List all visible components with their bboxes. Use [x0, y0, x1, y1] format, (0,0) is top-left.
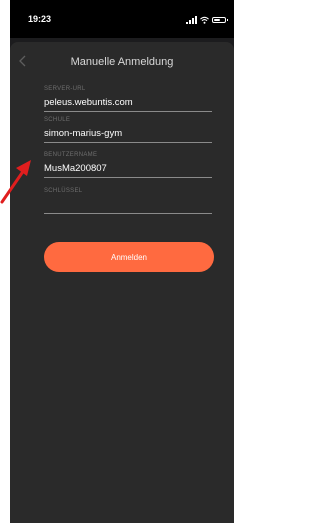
page-title: Manuelle Anmeldung [70, 56, 174, 68]
phone-screen: 19:23 Manuelle Anmeldung SERVER-URL pele… [10, 0, 234, 523]
username-input[interactable] [44, 161, 212, 175]
server-url-label: SERVER-URL [44, 86, 86, 92]
status-icons [186, 15, 228, 24]
battery-level [214, 18, 220, 21]
server-url-field: SERVER-URL [44, 86, 212, 112]
wifi-icon [200, 16, 209, 24]
server-url-input[interactable] [44, 95, 212, 109]
status-bar: 19:23 [10, 0, 234, 38]
battery-icon [212, 16, 228, 23]
key-input[interactable] [44, 197, 212, 211]
signal-icon [186, 15, 197, 24]
red-arrow-icon [0, 160, 31, 204]
login-screen: Manuelle Anmeldung SERVER-URL SCHULE BEN… [10, 42, 234, 523]
username-field: BENUTZERNAME [44, 152, 212, 178]
school-label: SCHULE [44, 117, 71, 123]
key-label: SCHLÜSSEL [44, 188, 83, 194]
login-button[interactable]: Anmelden [44, 242, 214, 272]
status-time: 19:23 [28, 14, 52, 24]
key-field: SCHLÜSSEL [44, 188, 212, 214]
school-input[interactable] [44, 126, 212, 140]
school-field: SCHULE [44, 117, 212, 143]
username-label: BENUTZERNAME [44, 152, 98, 158]
